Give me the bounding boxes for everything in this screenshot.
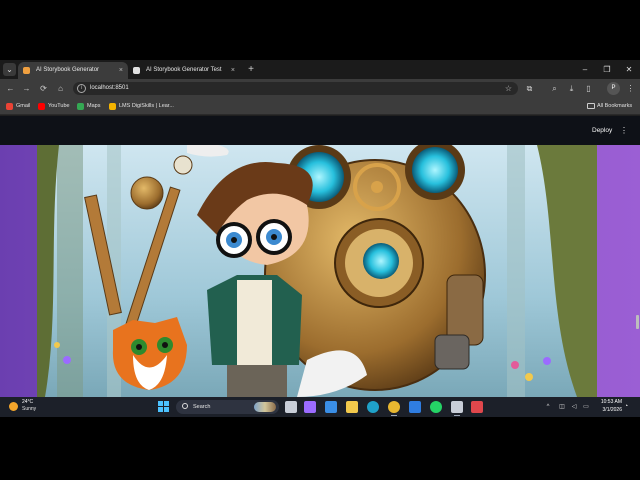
close-window-button[interactable]: ✕ — [620, 62, 638, 77]
sun-icon[interactable] — [9, 402, 18, 411]
network-icon[interactable]: ◫ — [557, 401, 567, 413]
folder-icon — [587, 103, 595, 109]
bookmark-lms-digiskills[interactable]: LMS DigiSkills | Lear... — [109, 100, 174, 113]
tab-search-menu-icon[interactable]: ⌄ — [3, 63, 16, 76]
mail-icon[interactable] — [409, 401, 421, 413]
extensions-icon[interactable]: ⧉ — [523, 82, 536, 95]
download-icon[interactable]: ⤓ — [565, 82, 578, 95]
weather-condition[interactable]: Sunny — [22, 406, 36, 413]
windows-logo-icon — [164, 407, 169, 412]
tab-close-icon[interactable]: × — [119, 62, 123, 79]
side-panel-icon[interactable]: ▯ — [582, 82, 595, 95]
chrome-icon[interactable] — [388, 401, 400, 416]
all-bookmarks-button[interactable]: All Bookmarks — [587, 100, 632, 113]
edge-icon[interactable] — [367, 401, 379, 413]
copilot-icon[interactable] — [304, 401, 316, 413]
forward-button[interactable]: → — [20, 82, 33, 95]
bookmark-label: YouTube — [48, 103, 70, 109]
tab-label: AI Storybook Generator — [36, 67, 100, 73]
youtube-icon — [38, 103, 45, 110]
browser-menu-icon[interactable]: ⋮ — [624, 82, 637, 95]
start-button[interactable] — [158, 401, 170, 413]
page-favicon-icon — [133, 67, 140, 74]
volume-icon[interactable]: ◁ — [569, 401, 579, 413]
restore-button[interactable]: ❐ — [598, 62, 616, 77]
browser-window: ⌄ AI Storybook Generator × AI Storybook … — [0, 60, 640, 417]
tray-chevron-icon[interactable]: ^ — [543, 401, 553, 413]
folder-icon — [109, 103, 116, 110]
deploy-button[interactable]: Deploy — [592, 124, 612, 137]
profile-avatar[interactable]: P — [607, 82, 620, 95]
search-icon — [182, 403, 188, 409]
app-header: Deploy ⋮ — [0, 116, 640, 145]
gmail-icon — [6, 103, 13, 110]
bookmark-label: LMS DigiSkills | Lear... — [119, 103, 174, 109]
minimize-button[interactable]: – — [576, 62, 594, 77]
snipping-tool-icon[interactable] — [471, 401, 483, 413]
weather-temperature[interactable]: 24°C — [22, 399, 33, 406]
screen: ⌄ AI Storybook Generator × AI Storybook … — [0, 0, 640, 480]
bookmark-youtube[interactable]: YouTube — [38, 100, 70, 113]
bookmark-gmail[interactable]: Gmail — [6, 100, 30, 113]
scrollbar-thumb[interactable] — [636, 315, 639, 329]
windows-logo-icon — [158, 401, 163, 406]
notification-bell-icon[interactable]: ◔ — [624, 401, 628, 413]
storybook-illustration — [37, 145, 597, 397]
address-bar[interactable]: i localhost:8501 ☆ — [73, 82, 518, 95]
address-url[interactable]: localhost:8501 — [90, 82, 129, 95]
taskbar-search[interactable]: Search — [176, 400, 279, 414]
new-tab-button[interactable]: + — [244, 62, 258, 77]
streamlit-favicon-icon — [23, 67, 30, 74]
tab-ai-storybook-generator[interactable]: AI Storybook Generator × — [18, 62, 128, 79]
windows-taskbar: 24°C Sunny Search ^ ◫ ◁ ▭ 10:53 AM 3/1/2… — [0, 397, 640, 417]
bookmark-label: Gmail — [16, 103, 31, 109]
app-main-content — [0, 145, 640, 397]
all-bookmarks-label: All Bookmarks — [597, 103, 633, 109]
clock-date[interactable]: 3/1/2026 — [594, 407, 622, 414]
tab-ai-storybook-generator-test[interactable]: AI Storybook Generator Test × — [128, 62, 240, 79]
tab-search-icon[interactable]: ⌕ — [548, 82, 561, 95]
reload-button[interactable]: ⟳ — [37, 82, 50, 95]
search-highlight-image — [254, 402, 276, 412]
search-label: Search — [193, 404, 211, 410]
app-main-menu-icon[interactable]: ⋮ — [620, 124, 628, 137]
bookmark-maps[interactable]: Maps — [77, 100, 100, 113]
maps-icon — [77, 103, 84, 110]
whatsapp-icon[interactable] — [430, 401, 442, 413]
bookmarks-bar: Gmail YouTube Maps LMS DigiSkills | Lear… — [0, 98, 640, 115]
illustration-svg — [37, 145, 597, 397]
bookmark-label: Maps — [87, 103, 101, 109]
battery-icon[interactable]: ▭ — [581, 401, 591, 413]
file-explorer-icon[interactable] — [346, 401, 358, 413]
windows-logo-icon — [158, 407, 163, 412]
home-button[interactable]: ⌂ — [54, 82, 67, 95]
windows-logo-icon — [164, 401, 169, 406]
tab-close-icon[interactable]: × — [231, 62, 235, 79]
streamlit-app-icon[interactable] — [451, 401, 463, 416]
bookmark-star-icon[interactable]: ☆ — [505, 82, 512, 95]
task-view-icon[interactable] — [285, 401, 297, 413]
store-icon[interactable] — [325, 401, 337, 413]
tab-label: AI Storybook Generator Test — [146, 67, 222, 73]
tab-strip: ⌄ AI Storybook Generator × AI Storybook … — [0, 60, 640, 79]
browser-toolbar: ← → ⟳ ⌂ i localhost:8501 ☆ ⧉ ⌕ ⤓ ▯ P ⋮ — [0, 79, 640, 98]
back-button[interactable]: ← — [4, 82, 17, 95]
site-info-icon[interactable]: i — [77, 84, 86, 93]
clock-time[interactable]: 10:53 AM — [594, 399, 622, 406]
